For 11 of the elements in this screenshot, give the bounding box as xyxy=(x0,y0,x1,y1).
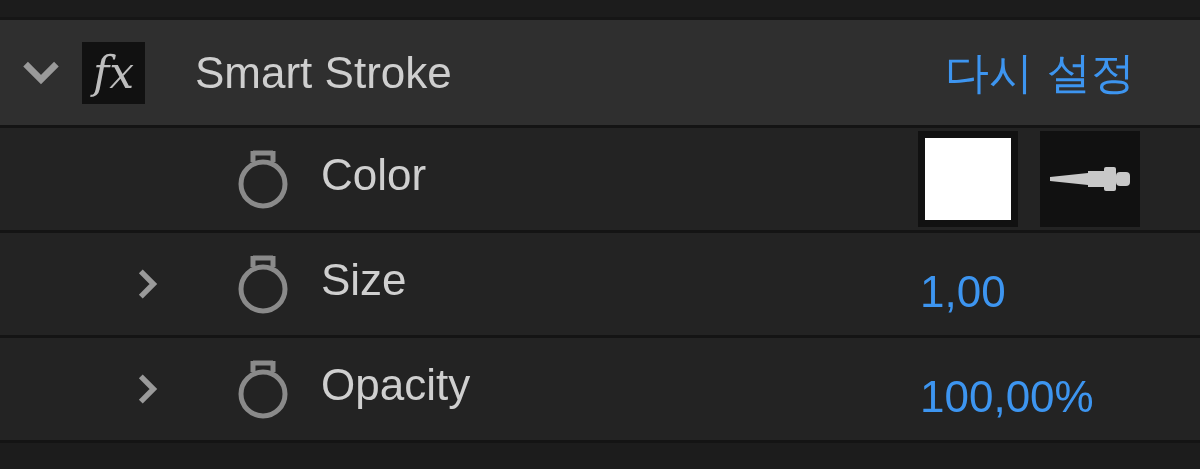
property-name: Opacity xyxy=(321,359,472,411)
property-value[interactable]: 1,00 xyxy=(920,259,1200,325)
color-swatch[interactable] xyxy=(918,131,1018,227)
reset-link[interactable]: 다시 설정 xyxy=(945,39,1135,106)
fx-badge: fx xyxy=(82,41,145,104)
effect-name: Smart Stroke xyxy=(195,46,453,99)
eyedropper-button[interactable] xyxy=(1040,131,1140,227)
property-name: Size xyxy=(321,254,408,306)
property-name: Color xyxy=(321,149,428,201)
property-value[interactable]: 100,00% xyxy=(920,364,1200,430)
eyedropper-icon xyxy=(1048,164,1132,194)
